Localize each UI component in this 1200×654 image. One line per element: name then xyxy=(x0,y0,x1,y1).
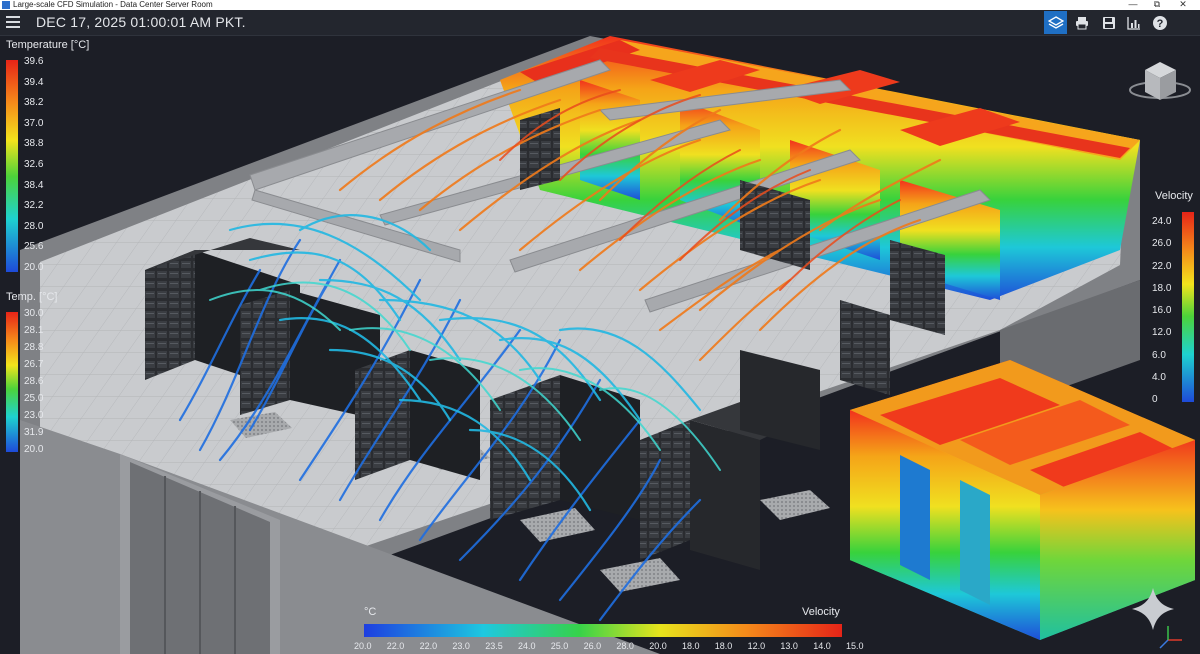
chart-icon xyxy=(1126,16,1140,30)
velocity-legend: Velocity 24.0 26.0 22.0 18.0 16.0 12.0 6.0 4.0 0 xyxy=(1140,188,1200,408)
temp_small-tick-label: 26.7 xyxy=(24,359,44,370)
minimize-button[interactable]: — xyxy=(1126,0,1140,10)
bottom-tick-label: 26.0 xyxy=(583,641,602,651)
close-button[interactable]: ✕ xyxy=(1176,0,1190,10)
temperature-legend-title: Temperature [°C] xyxy=(6,39,90,51)
temperature-tick-label: 32.6 xyxy=(24,159,44,170)
temperature-legend: Temperature [°C] 39.6 39.4 38.2 37.0 38.8 32.… xyxy=(0,36,89,276)
help-icon: ? xyxy=(1152,15,1167,30)
temp_small-tick-label: 23.0 xyxy=(24,410,44,421)
temp_small-tick-label: 28.8 xyxy=(24,342,44,353)
velocity-tick-label: 0 xyxy=(1152,394,1158,405)
bottom-tick-label: 23.0 xyxy=(452,641,470,651)
chart-button[interactable] xyxy=(1122,11,1145,34)
bottom-tick-label: 24.0 xyxy=(518,641,536,651)
temperature-tick-label: 25.6 xyxy=(24,241,44,253)
hamburger-menu-icon[interactable] xyxy=(6,16,20,28)
layers-icon xyxy=(1047,15,1064,29)
temp-small-color-bar xyxy=(6,312,18,452)
temperature-tick-label: 38.8 xyxy=(24,138,44,150)
bottom-tick-label: 28.0 xyxy=(616,641,634,651)
bottom-tick-label: 12.0 xyxy=(747,641,766,651)
layers-button[interactable] xyxy=(1044,11,1067,34)
velocity-tick-label: 18.0 xyxy=(1152,282,1172,294)
temperature-tick-label: 37.0 xyxy=(24,117,44,129)
bottom-tick-label: 25.0 xyxy=(550,641,569,651)
velocity-tick-label: 26.0 xyxy=(1152,238,1172,250)
toolbar: DEC 17, 2025 01:00:01 AM PKT. ? xyxy=(0,10,1200,36)
bottom-tick-label: 15.0 xyxy=(846,641,864,651)
axis-triad-icon xyxy=(1159,626,1182,649)
velocity-tick-label: 12.0 xyxy=(1152,327,1172,339)
temp_small-tick-label: 31.9 xyxy=(24,427,44,438)
bottom-color-bar xyxy=(364,624,842,637)
svg-text:?: ? xyxy=(1156,18,1163,30)
temperature-color-bar xyxy=(6,60,18,272)
temp_small-tick-label: 28.1 xyxy=(24,325,44,336)
print-button[interactable] xyxy=(1070,11,1093,34)
window-titlebar: Large-scale CFD Simulation - Data Center… xyxy=(0,0,1200,10)
temperature-tick-label: 38.4 xyxy=(24,179,44,191)
temp-small-legend-title: Temp. [°C] xyxy=(6,291,58,303)
temperature-tick-label: 28.0 xyxy=(24,220,44,232)
maximize-button[interactable]: ⧉ xyxy=(1150,0,1164,10)
view-cube[interactable] xyxy=(1129,62,1191,100)
bottom-tick-label: 14.0 xyxy=(813,641,831,651)
bottom-tick-label: 18.0 xyxy=(714,641,733,651)
bottom-tick-label: 20.0 xyxy=(354,641,372,651)
temperature-tick-label: 20.0 xyxy=(24,262,44,273)
temperature-tick-label: 39.4 xyxy=(24,76,44,88)
temp-small-legend: Temp. [°C] 30.0 28.1 28.8 26.7 28.6 25.0 23.0 3… xyxy=(0,288,60,458)
velocity-tick-label: 4.0 xyxy=(1152,371,1166,383)
simulation-viewport[interactable] xyxy=(0,36,1200,654)
save-icon xyxy=(1102,16,1115,29)
app-icon xyxy=(2,1,10,9)
temperature-tick-label: 39.6 xyxy=(24,56,44,67)
velocity-tick-label: 22.0 xyxy=(1152,260,1172,272)
print-icon xyxy=(1075,16,1088,29)
bottom-tick-label: 23.5 xyxy=(485,641,503,651)
velocity-tick-label: 16.0 xyxy=(1152,305,1172,316)
velocity-tick-label: 24.0 xyxy=(1152,216,1172,227)
temp_small-tick-label: 20.0 xyxy=(24,444,44,455)
bottom-tick-label: 13.0 xyxy=(780,641,798,651)
velocity-color-bar xyxy=(1182,212,1194,402)
save-button[interactable] xyxy=(1097,11,1120,34)
velocity-tick-label: 6.0 xyxy=(1152,349,1166,361)
temp_small-tick-label: 28.6 xyxy=(24,376,44,387)
window-title: Large-scale CFD Simulation - Data Center… xyxy=(13,0,213,9)
simulation-datetime: DEC 17, 2025 01:00:01 AM PKT. xyxy=(36,14,246,30)
temp_small-tick-label: 30.0 xyxy=(24,308,44,319)
temperature-tick-label: 38.2 xyxy=(24,97,44,109)
bottom-tick-label: 20.0 xyxy=(649,641,667,651)
bottom-tick-label: 22.0 xyxy=(419,641,438,651)
bottom-tick-label: 18.0 xyxy=(682,641,700,651)
help-button[interactable]: ? xyxy=(1148,11,1171,34)
bottom-legend-right-title: Velocity xyxy=(802,606,840,618)
bottom-tick-label: 22.0 xyxy=(386,641,405,651)
temp_small-tick-label: 25.0 xyxy=(24,393,44,404)
bottom-legend-left-title: °C xyxy=(364,606,377,618)
temperature-tick-label: 32.2 xyxy=(24,200,44,212)
velocity-legend-title: Velocity xyxy=(1155,190,1193,202)
